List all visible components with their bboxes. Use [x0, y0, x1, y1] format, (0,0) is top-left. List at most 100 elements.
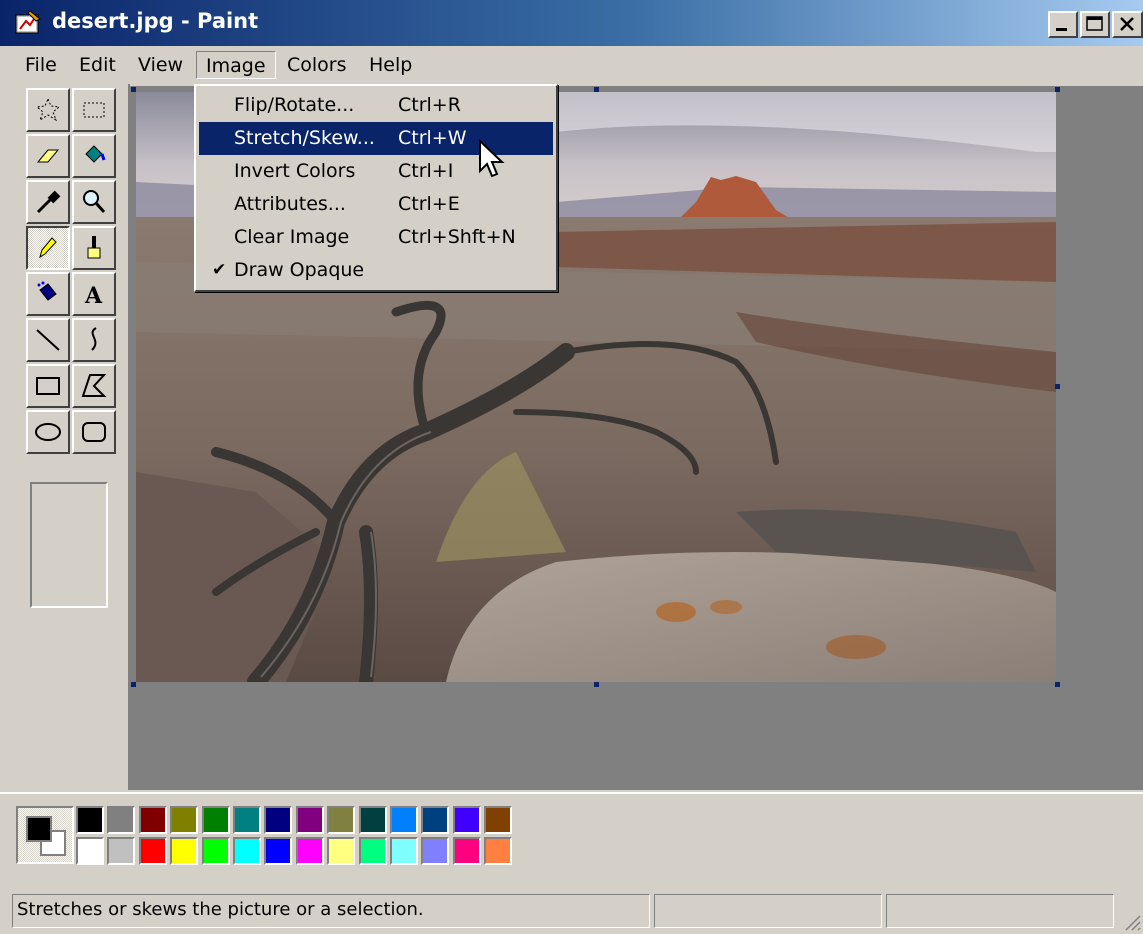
- tool-free-form-select[interactable]: [26, 88, 70, 132]
- menu-edit[interactable]: Edit: [70, 51, 125, 79]
- title-bar[interactable]: desert.jpg - Paint: [0, 0, 1143, 46]
- menu-item-flip-rotate[interactable]: Flip/Rotate... Ctrl+R: [199, 89, 553, 122]
- resize-handle[interactable]: [131, 87, 136, 92]
- tool-select[interactable]: [72, 88, 116, 132]
- menu-item-attributes[interactable]: Attributes... Ctrl+E: [199, 188, 553, 221]
- tool-airbrush[interactable]: [26, 272, 70, 316]
- menu-help[interactable]: Help: [360, 51, 421, 79]
- pencil-icon: [39, 237, 57, 259]
- status-message-pane: Stretches or skews the picture or a sele…: [12, 894, 650, 928]
- menu-item-shortcut: Ctrl+I: [398, 160, 454, 182]
- palette-swatch[interactable]: [264, 837, 292, 865]
- tool-options-box[interactable]: [30, 482, 108, 608]
- palette-swatch[interactable]: [327, 806, 355, 834]
- tool-fill-with-color[interactable]: [72, 134, 116, 178]
- status-text: Stretches or skews the picture or a sele…: [17, 899, 424, 920]
- palette-swatch[interactable]: [233, 806, 261, 834]
- palette-swatch[interactable]: [484, 806, 512, 834]
- menu-item-label: Attributes...: [234, 193, 346, 215]
- tool-rounded-rectangle[interactable]: [72, 410, 116, 454]
- palette-swatch[interactable]: [359, 837, 387, 865]
- resize-handle[interactable]: [131, 682, 136, 687]
- tool-text[interactable]: A: [72, 272, 116, 316]
- checkmark-icon: ✔: [212, 260, 227, 280]
- line-icon: [36, 329, 60, 351]
- menu-image[interactable]: Image: [196, 51, 276, 79]
- tool-pencil[interactable]: [26, 226, 70, 270]
- resize-handle[interactable]: [1055, 87, 1060, 92]
- palette-swatch[interactable]: [484, 837, 512, 865]
- resize-handle[interactable]: [1055, 682, 1060, 687]
- menu-item-shortcut: Ctrl+W: [398, 127, 467, 149]
- tool-rectangle[interactable]: [26, 364, 70, 408]
- palette-swatch[interactable]: [264, 806, 292, 834]
- palette-swatch[interactable]: [359, 806, 387, 834]
- menu-item-label: Invert Colors: [234, 160, 356, 182]
- rounded-rectangle-icon: [82, 422, 106, 442]
- foreground-color[interactable]: [26, 816, 52, 842]
- fill-bucket-icon: [85, 145, 106, 163]
- palette-swatch[interactable]: [327, 837, 355, 865]
- palette-swatch[interactable]: [107, 806, 135, 834]
- resize-handle[interactable]: [594, 682, 599, 687]
- menu-item-clear-image[interactable]: Clear Image Ctrl+Shft+N: [199, 221, 553, 254]
- minimize-icon: [1056, 28, 1067, 31]
- resize-handle[interactable]: [1055, 384, 1060, 389]
- palette-swatch[interactable]: [421, 837, 449, 865]
- magnifier-icon: [83, 190, 106, 213]
- palette-swatch[interactable]: [390, 806, 418, 834]
- palette-swatch[interactable]: [421, 806, 449, 834]
- menu-item-shortcut: Ctrl+Shft+N: [398, 226, 516, 248]
- toolbox: A: [14, 84, 130, 790]
- menu-item-draw-opaque[interactable]: ✔ Draw Opaque: [199, 254, 553, 287]
- tool-polygon[interactable]: [72, 364, 116, 408]
- palette-swatch[interactable]: [202, 806, 230, 834]
- palette-swatch[interactable]: [76, 837, 104, 865]
- status-size-pane: [886, 894, 1114, 928]
- minimize-button[interactable]: [1048, 11, 1078, 38]
- tool-line[interactable]: [26, 318, 70, 362]
- tool-ellipse[interactable]: [26, 410, 70, 454]
- size-grip-icon[interactable]: [1122, 912, 1142, 932]
- palette-swatch[interactable]: [139, 837, 167, 865]
- menu-item-label: Stretch/Skew...: [234, 127, 375, 149]
- menu-colors[interactable]: Colors: [278, 51, 356, 79]
- mouse-pointer-icon: [479, 139, 505, 178]
- maximize-icon: [1086, 16, 1103, 31]
- image-menu-dropdown: Flip/Rotate... Ctrl+R Stretch/Skew... Ct…: [194, 84, 558, 292]
- menu-item-shortcut: Ctrl+E: [398, 193, 460, 215]
- palette-swatch[interactable]: [453, 806, 481, 834]
- menu-file[interactable]: File: [16, 51, 66, 79]
- menu-view[interactable]: View: [129, 51, 192, 79]
- current-colors[interactable]: [16, 806, 74, 864]
- airbrush-icon: [37, 281, 57, 301]
- close-icon: [1120, 17, 1134, 31]
- palette-swatch[interactable]: [233, 837, 261, 865]
- palette-swatch[interactable]: [107, 837, 135, 865]
- palette-swatch[interactable]: [139, 806, 167, 834]
- tool-curve[interactable]: [72, 318, 116, 362]
- rectangle-icon: [36, 377, 60, 395]
- resize-handle[interactable]: [594, 87, 599, 92]
- tool-pick-color[interactable]: [26, 180, 70, 224]
- menu-item-label: Draw Opaque: [234, 259, 365, 281]
- maximize-button[interactable]: [1080, 11, 1110, 38]
- tool-eraser[interactable]: [26, 134, 70, 178]
- palette-swatch[interactable]: [296, 806, 324, 834]
- tool-magnifier[interactable]: [72, 180, 116, 224]
- palette-swatch[interactable]: [390, 837, 418, 865]
- eyedropper-icon: [36, 190, 61, 214]
- menu-item-shortcut: Ctrl+R: [398, 94, 461, 116]
- text-icon: A: [84, 283, 103, 308]
- palette-swatch[interactable]: [453, 837, 481, 865]
- palette-swatch[interactable]: [202, 837, 230, 865]
- ellipse-icon: [35, 423, 61, 441]
- curve-icon: [91, 327, 97, 351]
- palette-swatch[interactable]: [170, 837, 198, 865]
- tool-brush[interactable]: [72, 226, 116, 270]
- status-coords-pane: [654, 894, 882, 928]
- palette-swatch[interactable]: [296, 837, 324, 865]
- close-button[interactable]: [1112, 11, 1143, 38]
- palette-swatch[interactable]: [76, 806, 104, 834]
- palette-swatch[interactable]: [170, 806, 198, 834]
